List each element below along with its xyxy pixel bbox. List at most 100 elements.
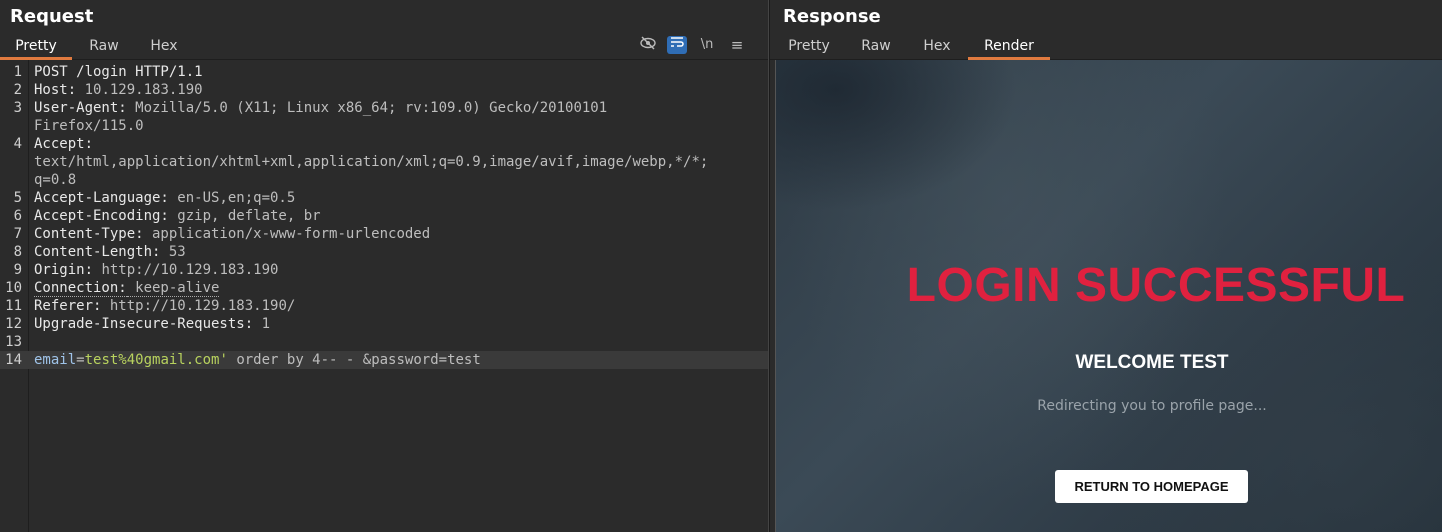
- request-toolbar: \n ≡: [638, 36, 758, 54]
- line-text: Upgrade-Insecure-Requests: 1: [34, 315, 270, 333]
- header-name: User-Agent:: [34, 100, 127, 116]
- line-number: 11: [5, 298, 22, 314]
- login-successful-heading: LOGIN SUCCESSFUL: [906, 259, 1406, 312]
- line-number: 9: [13, 262, 22, 278]
- line-number: 6: [13, 208, 22, 224]
- render-view: LOGIN SUCCESSFUL WELCOME TEST Redirectin…: [776, 60, 1442, 532]
- equals-sign: =: [76, 352, 85, 368]
- header-value: q=0.8: [34, 172, 77, 188]
- code-line: 13: [0, 333, 768, 351]
- response-tabs: Pretty Raw Hex Render: [770, 34, 1442, 60]
- code-line: 11 Referer: http://10.129.183.190/: [0, 297, 768, 315]
- line-text: Firefox/115.0: [34, 117, 144, 135]
- header-value: keep-alive: [126, 280, 220, 297]
- header-name: Content-Type:: [34, 226, 144, 242]
- line-number: 1: [13, 64, 22, 80]
- request-editor[interactable]: 1 POST /login HTTP/1.1 2 Host: 10.129.183.1…: [0, 63, 768, 369]
- redirect-text: Redirecting you to profile page...: [1037, 398, 1267, 414]
- code-line: 8 Content-Length: 53: [0, 243, 768, 261]
- line-text: POST /login HTTP/1.1: [34, 63, 203, 81]
- ampersand: &: [362, 352, 372, 368]
- line-number: 8: [13, 244, 22, 260]
- welcome-text: WELCOME TEST: [1075, 352, 1229, 373]
- code-line: 4 Accept:: [0, 135, 768, 153]
- request-panel: Request Pretty Raw Hex \n ≡ 1 POST /login…: [0, 0, 768, 532]
- line-text: Content-Length: 53: [34, 243, 186, 261]
- line-number: 10: [5, 280, 22, 296]
- body-text: email=test%40gmail.com' order by 4-- - &…: [34, 351, 757, 369]
- code-line: text/html,application/xhtml+xml,applicat…: [0, 153, 768, 171]
- line-text: Host: 10.129.183.190: [34, 81, 203, 99]
- line-number: 7: [13, 226, 22, 242]
- code-line: 3 User-Agent: Mozilla/5.0 (X11; Linux x86…: [0, 99, 768, 117]
- param-value: test: [447, 352, 481, 368]
- line-text: q=0.8: [34, 171, 76, 189]
- tab-pretty[interactable]: Pretty: [770, 34, 848, 60]
- menu-icon[interactable]: ≡: [727, 36, 747, 54]
- line-text: Referer: http://10.129.183.190/: [34, 297, 295, 315]
- response-panel: Response Pretty Raw Hex Render LOGIN SUC…: [770, 0, 1442, 532]
- header-value: text/html,application/xhtml+xml,applicat…: [34, 154, 709, 170]
- line-number: 12: [5, 316, 22, 332]
- code-line: Firefox/115.0: [0, 117, 768, 135]
- param-value: test%40gmail.com': [84, 352, 228, 368]
- param-name: password: [371, 352, 439, 368]
- line-text: Accept-Encoding: gzip, deflate, br: [34, 207, 321, 225]
- code-line: 10 Connection: keep-alive: [0, 279, 768, 297]
- param-name: email: [34, 352, 77, 368]
- header-value: http://10.129.183.190: [93, 262, 279, 278]
- header-name: Accept-Language:: [34, 190, 169, 206]
- line-text: Accept-Language: en-US,en;q=0.5: [34, 189, 295, 207]
- tab-hex[interactable]: Hex: [138, 34, 190, 60]
- response-title: Response: [783, 6, 881, 27]
- line-number: 13: [5, 334, 22, 350]
- line-text: Accept:: [34, 135, 93, 153]
- header-value: 53: [160, 244, 186, 260]
- tab-raw[interactable]: Raw: [850, 34, 902, 60]
- header-name: Connection:: [34, 280, 127, 297]
- line-number: 2: [13, 82, 22, 98]
- wrap-icon[interactable]: [667, 36, 687, 54]
- code-line: 5 Accept-Language: en-US,en;q=0.5: [0, 189, 768, 207]
- header-name: Upgrade-Insecure-Requests:: [34, 316, 254, 332]
- line-text: Content-Type: application/x-www-form-url…: [34, 225, 430, 243]
- tab-raw[interactable]: Raw: [76, 34, 132, 60]
- line-text: User-Agent: Mozilla/5.0 (X11; Linux x86_…: [34, 99, 607, 117]
- header-value: 10.129.183.190: [76, 82, 203, 98]
- header-value: Mozilla/5.0 (X11; Linux x86_64; rv:109.0…: [126, 100, 608, 116]
- header-value: gzip, deflate, br: [168, 208, 321, 224]
- header-value: en-US,en;q=0.5: [168, 190, 296, 206]
- header-name: Accept:: [34, 136, 94, 152]
- header-value: 1: [253, 316, 271, 332]
- equals-sign: =: [438, 352, 448, 368]
- request-title: Request: [10, 6, 94, 27]
- header-value: Firefox/115.0: [34, 118, 144, 134]
- tab-render[interactable]: Render: [968, 34, 1050, 60]
- line-text: Origin: http://10.129.183.190: [34, 261, 278, 279]
- header-name: Referer:: [34, 298, 102, 314]
- code-line: 7 Content-Type: application/x-www-form-ur…: [0, 225, 768, 243]
- tab-pretty[interactable]: Pretty: [0, 34, 72, 60]
- tab-hex[interactable]: Hex: [912, 34, 962, 60]
- header-name: Host:: [34, 82, 77, 98]
- return-homepage-button[interactable]: RETURN TO HOMEPAGE: [1055, 470, 1248, 503]
- header-name: Origin:: [34, 262, 94, 278]
- code-line: q=0.8: [0, 171, 768, 189]
- header-value: application/x-www-form-urlencoded: [143, 226, 431, 242]
- header-name: Content-Length:: [34, 244, 161, 260]
- newline-icon[interactable]: \n: [697, 36, 717, 54]
- line-text: Connection: keep-alive: [34, 279, 220, 297]
- hide-icon[interactable]: [638, 36, 658, 54]
- code-line: 1 POST /login HTTP/1.1: [0, 63, 768, 81]
- payload-text: order by 4-- -: [227, 352, 363, 368]
- body-line: 14 email=test%40gmail.com' order by 4-- -…: [0, 351, 768, 369]
- line-number: 14: [5, 352, 22, 368]
- line-number: 4: [13, 136, 22, 152]
- header-value: http://10.129.183.190/: [101, 298, 296, 314]
- line-number: 5: [13, 190, 22, 206]
- header-name: Accept-Encoding:: [34, 208, 169, 224]
- code-line: 6 Accept-Encoding: gzip, deflate, br: [0, 207, 768, 225]
- header-name: POST /login HTTP/1.1: [34, 64, 203, 80]
- line-number: 3: [13, 100, 22, 116]
- code-line: 12 Upgrade-Insecure-Requests: 1: [0, 315, 768, 333]
